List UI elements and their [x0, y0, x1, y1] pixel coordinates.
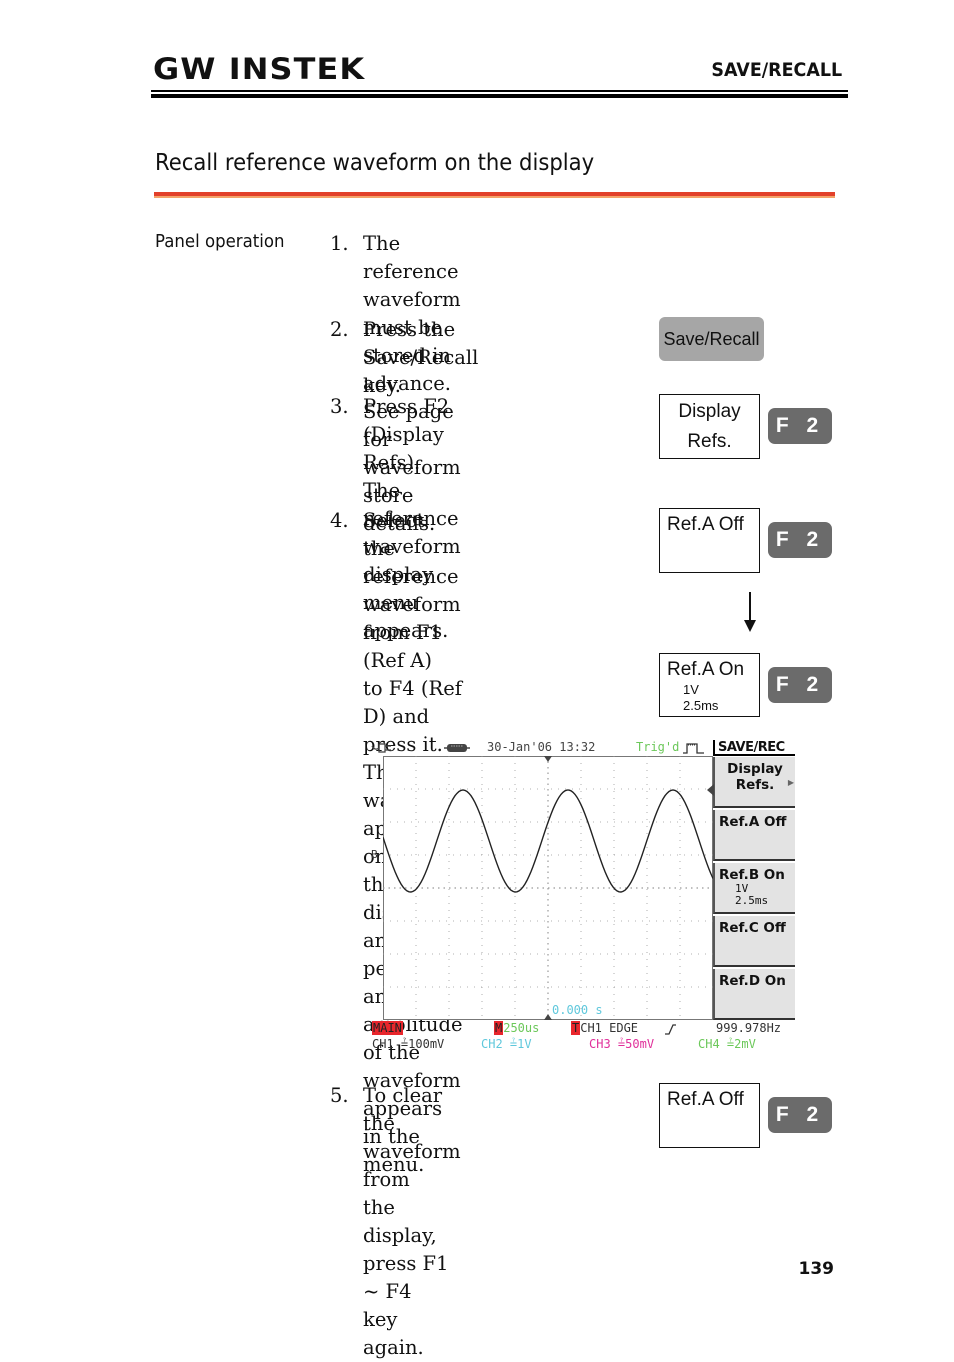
usb-connector-icon [444, 744, 470, 752]
scope-datetime: 30-Jan'06 13:32 [487, 740, 596, 754]
softkey-label: Ref.A On [667, 659, 745, 680]
refa-off-softkey[interactable]: Ref.A Off [659, 508, 760, 573]
gw-instek-logo: GW INSTEK [153, 52, 366, 86]
trigger-pulse-icon [683, 743, 704, 754]
trigger-status: Trig'd [636, 740, 680, 754]
mode-label: MAIN [372, 1021, 403, 1035]
timebase-value: 250us [503, 1021, 540, 1035]
ch4-info: CH4 ≟2mV [698, 1037, 756, 1051]
step-number: 3. [330, 395, 349, 418]
save-recall-key[interactable]: Save/Recall [659, 317, 764, 361]
menu-item-ref-a[interactable]: Ref.A Off [713, 810, 795, 861]
softkey-line: Display [678, 401, 741, 422]
softkey-label: Ref.A Off [667, 1089, 744, 1110]
step-line: Press the Save/Recall key. [363, 318, 479, 397]
timebase-tag: M [494, 1021, 504, 1035]
ch2-info: CH2 ≟1V [481, 1037, 532, 1051]
channel-name: CH4 [698, 1037, 720, 1051]
channel-scale: 1V [517, 1037, 532, 1051]
ch3-info: CH3 ≟50mV [589, 1037, 654, 1051]
menu-item-label: Display [727, 761, 783, 777]
menu-title: SAVE/REC [713, 740, 795, 756]
f2-key[interactable]: F 2 [768, 522, 832, 558]
step-number: 5. [330, 1084, 349, 1107]
menu-pointer-icon [707, 784, 714, 796]
timebase: M250us [494, 1021, 539, 1035]
panel-operation-label: Panel operation [155, 231, 285, 252]
menu-item-display-refs[interactable]: Display Refs. ▶ [713, 757, 795, 808]
softkey-period: 2.5ms [683, 698, 719, 713]
f2-key[interactable]: F 2 [768, 408, 832, 444]
step-number: 1. [330, 232, 349, 255]
menu-item-label: Ref.A Off [719, 814, 787, 830]
step-line: To clear the waveform from [363, 1084, 461, 1191]
channel-scale: 2mV [734, 1037, 756, 1051]
menu-item-label: Ref.C Off [719, 920, 786, 936]
refa-off-softkey[interactable]: Ref.A Off [659, 1083, 760, 1148]
scope-graticule [383, 756, 713, 1020]
menu-item-ref-b[interactable]: Ref.B On 1V 2.5ms [713, 863, 795, 914]
step-number: 4. [330, 509, 349, 532]
ch1-info: CH1 ≟100mV [372, 1037, 444, 1051]
header-rule-thick [151, 94, 848, 98]
channel-scale: 50mV [625, 1037, 655, 1051]
down-arrow-icon [744, 592, 756, 632]
oscilloscope-screen: 30-Jan'06 13:32 Trig'd B 0.000 s SAVE/RE… [368, 740, 795, 1056]
rising-edge-icon [665, 1024, 676, 1035]
chapter-title: SAVE/RECALL [711, 59, 842, 81]
page-number: 139 [798, 1259, 835, 1279]
step-line: the display, press F1 ~ F4 [363, 1196, 449, 1303]
trigger-tag: T [571, 1021, 581, 1035]
menu-item-label: Ref.D On [719, 973, 786, 989]
channel-scale: 100mV [408, 1037, 445, 1051]
channel-name: CH1 [372, 1037, 394, 1051]
mode-badge: MAIN [372, 1021, 403, 1035]
step-number: 2. [330, 318, 349, 341]
power-plug-icon [371, 743, 391, 753]
section-title: Recall reference waveform on the display [155, 150, 595, 176]
menu-item-label: Refs. [735, 777, 775, 793]
frequency-readout: 999.978Hz [716, 1021, 782, 1035]
trigger-info: TCH1 EDGE [571, 1021, 638, 1035]
step-line: Select the reference [363, 509, 459, 588]
channel-name: CH2 [481, 1037, 503, 1051]
time-offset: 0.000 s [552, 1003, 603, 1017]
menu-item-label: Ref.B On [719, 867, 785, 883]
menu-item-period: 2.5ms [735, 894, 769, 907]
step-line: key again. [363, 1308, 424, 1359]
f2-key[interactable]: F 2 [768, 1097, 832, 1133]
softkey-line: Refs. [687, 431, 732, 452]
submenu-arrow-icon: ▶ [787, 778, 794, 787]
display-refs-softkey[interactable]: Display Refs. [659, 394, 760, 459]
menu-item-ref-c[interactable]: Ref.C Off [713, 916, 795, 967]
ref-b-marker: B [371, 848, 378, 861]
refa-on-softkey[interactable]: Ref.A On 1V 2.5ms [659, 653, 760, 717]
section-rule-accent [154, 196, 835, 198]
softkey-label: Ref.A Off [667, 514, 744, 535]
softkey-amplitude: 1V [683, 682, 699, 697]
menu-item-ref-d[interactable]: Ref.D On [713, 969, 795, 1020]
channel-name: CH3 [589, 1037, 611, 1051]
step-line: waveform from F1 (Ref A) [363, 593, 461, 672]
trigger-value: CH1 EDGE [580, 1021, 639, 1035]
step-line: Press F2 (Display Refs). The [363, 395, 450, 502]
header-rule-thin [151, 90, 848, 92]
save-rec-menu: SAVE/REC Display Refs. ▶ Ref.A Off Ref.B… [713, 740, 795, 1020]
f2-key[interactable]: F 2 [768, 667, 832, 703]
